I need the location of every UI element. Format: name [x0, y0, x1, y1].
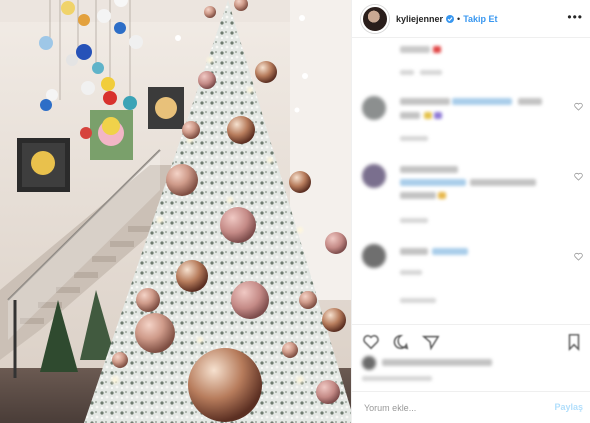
blurred-text: [400, 166, 458, 173]
blurred-mention: [400, 179, 466, 186]
blurred-text: [518, 98, 542, 105]
separator-dot: •: [457, 13, 461, 24]
blurred-date: [362, 376, 432, 381]
blurred-emoji: [433, 46, 441, 53]
share-comment-button[interactable]: Paylaş: [554, 402, 583, 412]
blurred-likes: [382, 359, 492, 366]
avatar: [362, 164, 386, 188]
username-link[interactable]: kyliejenner: [396, 14, 443, 24]
comment-icon[interactable]: [392, 333, 410, 351]
blurred-text: [400, 112, 420, 119]
blurred-text: [400, 192, 436, 199]
comment-input[interactable]: [364, 402, 534, 413]
heart-icon[interactable]: [574, 102, 583, 111]
blurred-time: [400, 70, 414, 75]
post-header: kyliejenner • Takip Et •••: [352, 0, 590, 38]
likes-summary: [362, 356, 582, 390]
action-bar: [352, 324, 590, 358]
blurred-time: [400, 270, 422, 275]
more-icon[interactable]: •••: [567, 11, 583, 23]
avatar: [362, 244, 386, 268]
avatar[interactable]: [361, 4, 389, 33]
post-photo[interactable]: [0, 0, 351, 423]
blurred-emoji: [434, 112, 442, 119]
blurred-time: [400, 136, 428, 141]
blurred-text: [400, 98, 450, 105]
bookmark-icon[interactable]: [565, 333, 583, 351]
share-icon[interactable]: [422, 333, 440, 351]
blurred-mention: [452, 98, 512, 105]
blurred-emoji: [438, 192, 446, 199]
comments-list: [352, 38, 590, 324]
follow-button[interactable]: Takip Et: [463, 14, 497, 24]
heart-icon[interactable]: [574, 252, 583, 261]
blurred-text: [400, 46, 430, 53]
blurred-text: [400, 248, 428, 255]
instagram-post: kyliejenner • Takip Et ••• Yorum ekle...…: [0, 0, 590, 423]
heart-icon[interactable]: [362, 333, 380, 351]
blurred-emoji: [424, 112, 432, 119]
blurred-mention: [432, 248, 468, 255]
blurred-replies: [400, 298, 436, 303]
post-side-panel: kyliejenner • Takip Et ••• Yorum ekle...…: [351, 0, 590, 423]
christmas-tree-photo: [0, 0, 351, 423]
heart-icon[interactable]: [574, 172, 583, 181]
add-comment-bar: Paylaş: [352, 391, 590, 423]
blurred-text: [470, 179, 536, 186]
avatar: [362, 356, 376, 370]
avatar: [362, 96, 386, 120]
blurred-reply: [420, 70, 442, 75]
blurred-time: [400, 218, 428, 223]
verified-badge-icon: [446, 14, 455, 23]
